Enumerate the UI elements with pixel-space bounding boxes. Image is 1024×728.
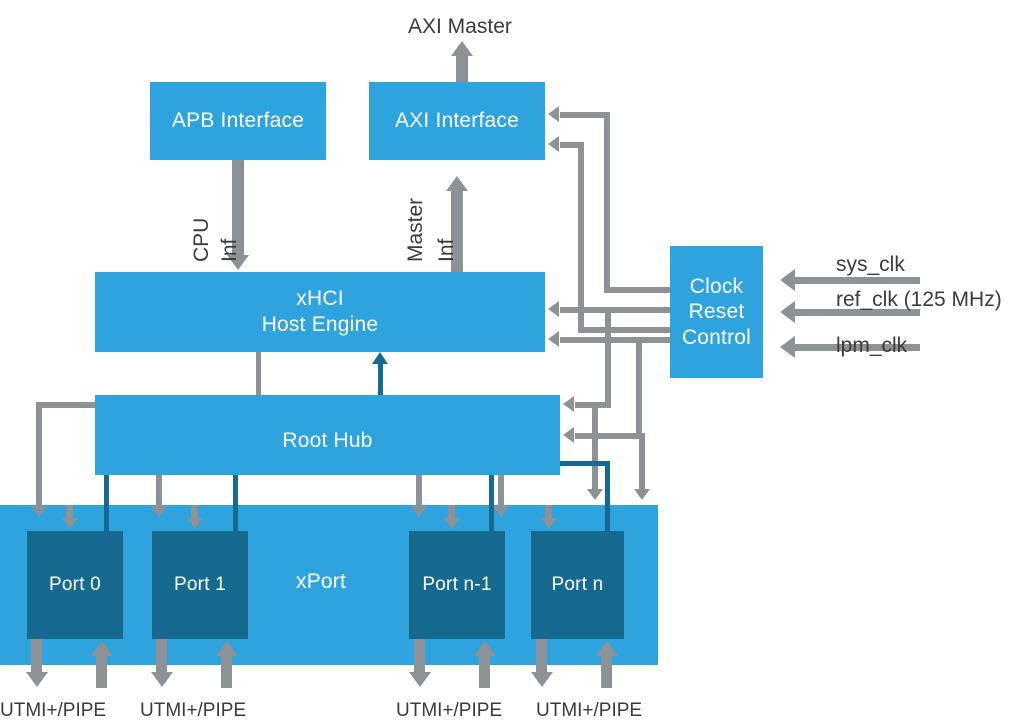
utmi-2-down-arrowhead	[409, 672, 431, 687]
utmi-2-up-arrowhead	[474, 641, 496, 656]
utmi-3-up-shaft	[601, 654, 612, 688]
clock-route-b-arrowhead-axi	[548, 136, 559, 152]
portn1-control-arrowhead	[411, 506, 427, 517]
portn-control-arrowhead	[493, 506, 509, 517]
clock-route-b-vertical	[578, 142, 584, 332]
master-inf-label-line2: Inf	[435, 238, 458, 262]
portn-top-arrowhead	[541, 518, 557, 529]
utmi-1-up-arrowhead	[216, 641, 238, 656]
clock-route-xport-a-arrowhead	[587, 489, 603, 500]
root-hub-block[interactable]: Root Hub	[95, 395, 560, 475]
block-diagram-canvas: AXI Master APB Interface AXI Interface C…	[0, 0, 1024, 728]
ref-clk-label: ref_clk (125 MHz)	[836, 288, 1002, 311]
port-n-block[interactable]: Port n	[531, 531, 624, 639]
portn1-top-stub	[448, 505, 455, 519]
utmi-3-down-shaft	[536, 639, 547, 674]
cpu-inf-label-line2: Inf	[218, 238, 241, 262]
clock-route-roothub-lower-vertical	[636, 337, 642, 436]
clock-route-a-horizontal-upper	[560, 112, 608, 118]
master-inf-label-line1: Master	[404, 197, 427, 262]
port-n-label: Port n	[551, 574, 604, 596]
utmi-0-down-arrowhead	[26, 672, 48, 687]
xport-to-xhci-arrowhead	[372, 352, 388, 364]
axi-master-arrow-shaft	[456, 55, 468, 83]
port-0-block[interactable]: Port 0	[27, 531, 123, 639]
port0-top-stub	[66, 505, 73, 519]
clock-route-roothub-upper-arrowhead	[563, 396, 574, 412]
clock-route-xhci-lower	[560, 337, 672, 343]
xport-label: xPort	[296, 570, 347, 593]
utmi-0-label: UTMI+/PIPE	[0, 700, 107, 721]
port-n-1-block[interactable]: Port n-1	[409, 531, 505, 639]
clock-route-b-horizontal-lower	[578, 327, 672, 333]
port-0-label: Port 0	[49, 574, 101, 596]
apb-interface-label: APB Interface	[171, 109, 305, 133]
port1-top-stub	[191, 505, 198, 519]
clock-route-roothub-lower-horizontal	[575, 433, 641, 439]
clock-route-xport-a-vertical	[592, 402, 598, 490]
clock-route-xhci-upper	[560, 307, 672, 313]
portn-top-stub	[545, 505, 552, 519]
clock-route-xhci-upper-arrowhead	[548, 301, 559, 317]
lpm-clk-label: lpm_clk	[836, 334, 908, 357]
lpm-clk-arrowhead	[780, 336, 795, 358]
clock-route-b-horizontal-upper	[560, 142, 582, 148]
clock-route-a-horizontal-lower	[604, 287, 672, 293]
port0-control-vertical	[36, 402, 42, 507]
axi-master-label: AXI Master	[408, 15, 512, 38]
clock-route-a-vertical	[604, 112, 610, 290]
port-n-1-label: Port n-1	[422, 574, 492, 596]
xhci-host-engine-label-line2: Host Engine	[261, 313, 379, 336]
ref-clk-arrowhead	[780, 301, 795, 323]
clock-reset-control-label-line1: Clock	[689, 274, 744, 298]
xhci-host-engine-block[interactable]: xHCI Host Engine	[95, 272, 545, 352]
port-1-label: Port 1	[174, 574, 226, 596]
utmi-0-up-arrowhead	[91, 641, 113, 656]
utmi-1-up-shaft	[221, 654, 232, 688]
root-hub-label: Root Hub	[282, 429, 373, 453]
portn1-top-arrowhead	[444, 518, 460, 529]
clock-route-roothub-upper-vertical	[605, 307, 611, 408]
utmi-1-down-shaft	[156, 639, 167, 674]
utmi-2-label: UTMI+/PIPE	[396, 700, 503, 721]
utmi-0-down-shaft	[31, 639, 42, 674]
port1-top-arrowhead	[187, 518, 203, 529]
utmi-3-down-arrowhead	[531, 672, 553, 687]
clock-route-roothub-lower-arrowhead	[563, 427, 574, 443]
sys-clk-arrowhead	[780, 269, 795, 291]
clock-reset-control-label-line3: Control	[681, 325, 752, 349]
axi-interface-block[interactable]: AXI Interface	[369, 82, 545, 160]
apb-interface-block[interactable]: APB Interface	[150, 82, 326, 160]
port1-control-arrowhead	[151, 506, 167, 517]
clock-reset-control-label-line2: Reset	[688, 300, 745, 324]
clock-route-xport-b-vertical	[639, 433, 645, 490]
sys-clk-label: sys_clk	[836, 253, 905, 276]
master-inf-arrowhead	[446, 176, 468, 191]
utmi-1-down-arrowhead	[151, 672, 173, 687]
xhci-host-engine-label-line1: xHCI	[296, 287, 344, 311]
axi-master-arrowhead	[451, 41, 473, 56]
clock-route-xhci-lower-arrowhead	[548, 331, 559, 347]
utmi-2-down-shaft	[414, 639, 425, 674]
clock-reset-control-block[interactable]: Clock Reset Control	[670, 246, 763, 378]
utmi-3-up-arrowhead	[596, 641, 618, 656]
utmi-3-label: UTMI+/PIPE	[536, 700, 643, 721]
port0-control-arrowhead	[31, 506, 47, 517]
utmi-2-up-shaft	[479, 654, 490, 688]
port-1-block[interactable]: Port 1	[152, 531, 248, 639]
port0-top-arrowhead	[62, 518, 78, 529]
roothub-data-drop-portn	[605, 461, 610, 536]
clock-route-xport-b-arrowhead	[634, 489, 650, 500]
axi-interface-label: AXI Interface	[395, 109, 519, 133]
utmi-0-up-shaft	[96, 654, 107, 688]
cpu-inf-label-line1: CPU	[190, 217, 213, 262]
clock-route-a-arrowhead-axi	[548, 106, 559, 122]
utmi-1-label: UTMI+/PIPE	[140, 700, 247, 721]
sys-clk-arrow-shaft	[795, 277, 920, 284]
